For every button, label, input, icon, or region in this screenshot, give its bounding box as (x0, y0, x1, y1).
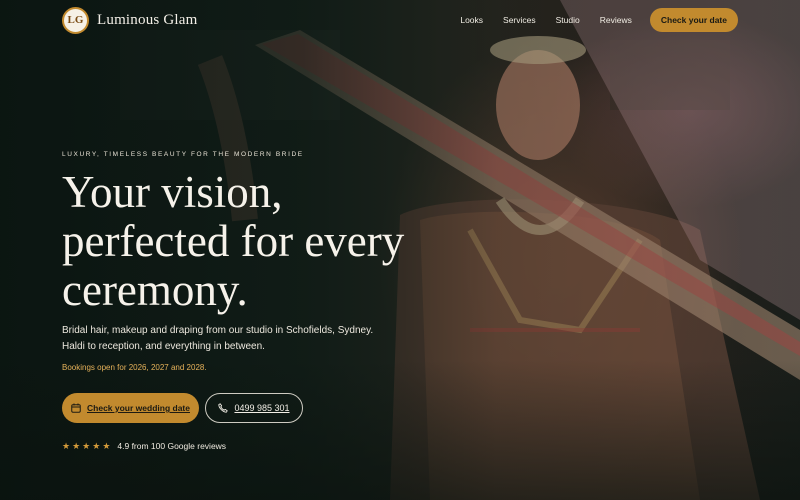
nav-link-studio[interactable]: Studio (556, 15, 580, 25)
nav-link-looks[interactable]: Looks (460, 15, 483, 25)
star-rating: ★ ★ ★ ★ ★ (62, 440, 111, 451)
overlay-gradient-bottom (0, 360, 800, 500)
headline-line: Your vision, (62, 167, 283, 217)
rating-text: 4.9 from 100 Google reviews (117, 441, 227, 451)
brand-name[interactable]: Luminous Glam (97, 12, 198, 29)
star-icon: ★ (92, 440, 101, 451)
description-line: Haldi to reception, and everything in be… (62, 341, 265, 352)
nav-link-reviews[interactable]: Reviews (600, 15, 632, 25)
check-your-date-button[interactable]: Check your date (649, 8, 738, 32)
phone-number-label: 0499 985 301 (234, 403, 290, 413)
phone-icon (218, 403, 229, 413)
lg-monogram-icon[interactable]: LG (62, 6, 89, 34)
hero-headline: Your vision, perfected for every ceremon… (62, 168, 442, 315)
site-header: LG Luminous Glam Looks Services Studio R… (62, 6, 738, 34)
headline-line: perfected for every (62, 216, 405, 266)
google-rating: ★ ★ ★ ★ ★ 4.9 from 100 Google reviews (62, 441, 226, 451)
call-phone-button[interactable]: 0499 985 301 (205, 393, 303, 423)
star-icon: ★ (62, 440, 71, 451)
brand[interactable]: LG Luminous Glam (62, 6, 198, 34)
hero-description: Bridal hair, makeup and draping from our… (62, 323, 392, 355)
bookings-note: Bookings open for 2026, 2027 and 2028. (62, 363, 207, 372)
check-wedding-date-label: Check your wedding date (87, 403, 190, 413)
main-nav: Looks Services Studio Reviews Check your… (440, 8, 738, 32)
hero-section: LG Luminous Glam Looks Services Studio R… (0, 0, 800, 500)
calendar-icon (71, 403, 81, 413)
check-wedding-date-button[interactable]: Check your wedding date (62, 393, 199, 423)
headline-line: ceremony. (62, 265, 248, 315)
star-icon: ★ (82, 440, 91, 451)
description-line: Bridal hair, makeup and draping from our… (62, 325, 374, 336)
nav-link-services[interactable]: Services (503, 15, 536, 25)
star-icon: ★ (102, 440, 111, 451)
hero-eyebrow: LUXURY, TIMELESS BEAUTY FOR THE MODERN B… (62, 151, 304, 158)
star-icon: ★ (72, 440, 81, 451)
